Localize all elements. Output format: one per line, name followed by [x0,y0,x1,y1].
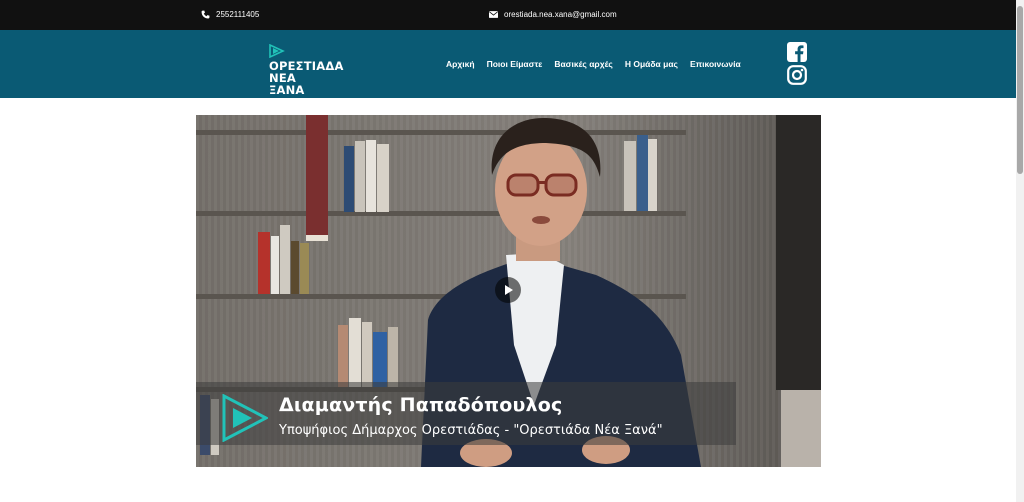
page-scrollbar[interactable] [1016,0,1024,502]
instagram-icon[interactable] [787,65,807,85]
facebook-icon[interactable] [787,42,807,62]
site-logo[interactable]: ΟΡΕΣΤΙΑΔΑ ΝΕΑ ΞΑΝΑ [268,44,343,96]
play-icon[interactable] [495,277,521,303]
main-header: ΟΡΕΣΤΙΑΔΑ ΝΕΑ ΞΑΝΑ Αρχική Ποιοι Είμαστε … [0,30,1016,98]
speaker-subtitle: Υποψήφιος Δήμαρχος Ορεστιάδας - "Ορεστιά… [279,423,663,438]
caption-banner: Διαμαντής Παπαδόπουλος Υποψήφιος Δήμαρχο… [196,382,736,445]
nav-principles[interactable]: Βασικές αρχές [554,59,613,69]
speaker-name: Διαμαντής Παπαδόπουλος [279,394,563,416]
phone-icon [201,10,210,19]
envelope-icon [489,11,498,18]
nav-home[interactable]: Αρχική [446,59,475,69]
page: 2552111405 orestiada.nea.xana@gmail.com … [0,0,1016,502]
phone-number: 2552111405 [216,10,260,19]
top-contact-bar: 2552111405 orestiada.nea.xana@gmail.com [0,0,1016,30]
email-contact[interactable]: orestiada.nea.xana@gmail.com [489,10,617,19]
logo-line-2: ΝΕΑ ΞΑΝΑ [269,71,305,97]
caption-logo-triangle [222,394,268,442]
nav-contact[interactable]: Επικοινωνία [690,59,741,69]
email-address: orestiada.nea.xana@gmail.com [504,10,617,19]
nav-about[interactable]: Ποιοι Είμαστε [487,59,543,69]
logo-play-triangle [269,44,285,58]
scrollbar-thumb[interactable] [1017,6,1023,174]
main-menu: Αρχική Ποιοι Είμαστε Βασικές αρχές Η Ομά… [446,59,741,69]
phone-contact[interactable]: 2552111405 [201,10,259,19]
nav-team[interactable]: Η Ομάδα μας [625,59,678,69]
